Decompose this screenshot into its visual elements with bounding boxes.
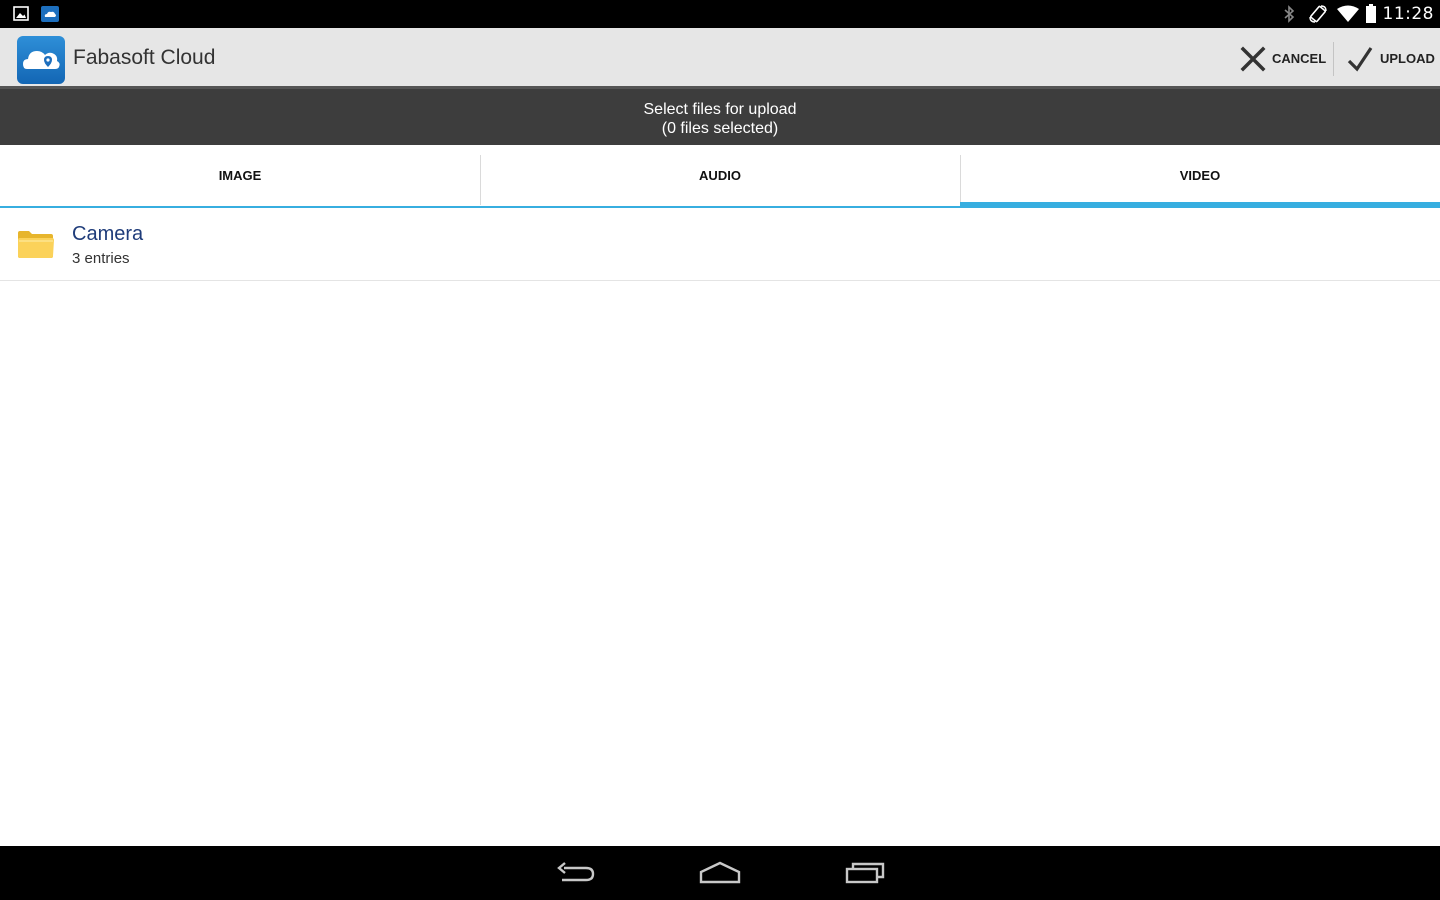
- wifi-icon: [1336, 5, 1359, 23]
- upload-label: UPLOAD: [1380, 51, 1435, 66]
- tab-audio-label: AUDIO: [699, 168, 741, 183]
- check-icon: [1347, 46, 1373, 72]
- file-list: Camera 3 entries: [0, 208, 1440, 281]
- tab-image[interactable]: IMAGE: [0, 145, 480, 206]
- clock: 11:28: [1382, 4, 1434, 24]
- cancel-label: CANCEL: [1272, 51, 1327, 66]
- folder-icon: [17, 229, 55, 264]
- image-notification-icon: [13, 6, 31, 22]
- navigation-bar: [0, 846, 1440, 900]
- tab-video-label: VIDEO: [1179, 168, 1221, 183]
- fabasoft-cloud-icon[interactable]: [17, 36, 65, 84]
- recents-icon[interactable]: [845, 860, 885, 891]
- status-bar: 11:28: [0, 0, 1440, 28]
- selection-header: Select files for upload (0 files selecte…: [0, 89, 1440, 145]
- close-icon: [1240, 46, 1266, 71]
- battery-icon: [1365, 4, 1377, 24]
- fabasoft-notification-icon: [41, 6, 59, 22]
- list-item[interactable]: Camera 3 entries: [0, 208, 1440, 281]
- tab-video[interactable]: VIDEO: [960, 145, 1440, 208]
- selection-count: (0 files selected): [661, 120, 779, 137]
- home-icon[interactable]: [699, 860, 741, 891]
- header-title: Select files for upload: [643, 101, 797, 118]
- upload-button[interactable]: UPLOAD: [1346, 28, 1435, 89]
- cancel-button[interactable]: CANCEL: [1240, 28, 1326, 89]
- tab-image-label: IMAGE: [218, 168, 262, 183]
- item-entry-count: 3 entries: [72, 250, 130, 267]
- action-bar: Fabasoft Cloud CANCEL UPLOAD: [0, 28, 1440, 89]
- action-divider: [1333, 42, 1334, 76]
- tab-audio[interactable]: AUDIO: [480, 145, 960, 206]
- item-name: Camera: [72, 223, 144, 245]
- rotation-icon: [1308, 5, 1327, 23]
- tab-bar: IMAGE AUDIO VIDEO: [0, 145, 1440, 208]
- bluetooth-icon: [1283, 5, 1295, 23]
- back-icon[interactable]: [556, 860, 596, 891]
- app-title: Fabasoft Cloud: [73, 46, 216, 69]
